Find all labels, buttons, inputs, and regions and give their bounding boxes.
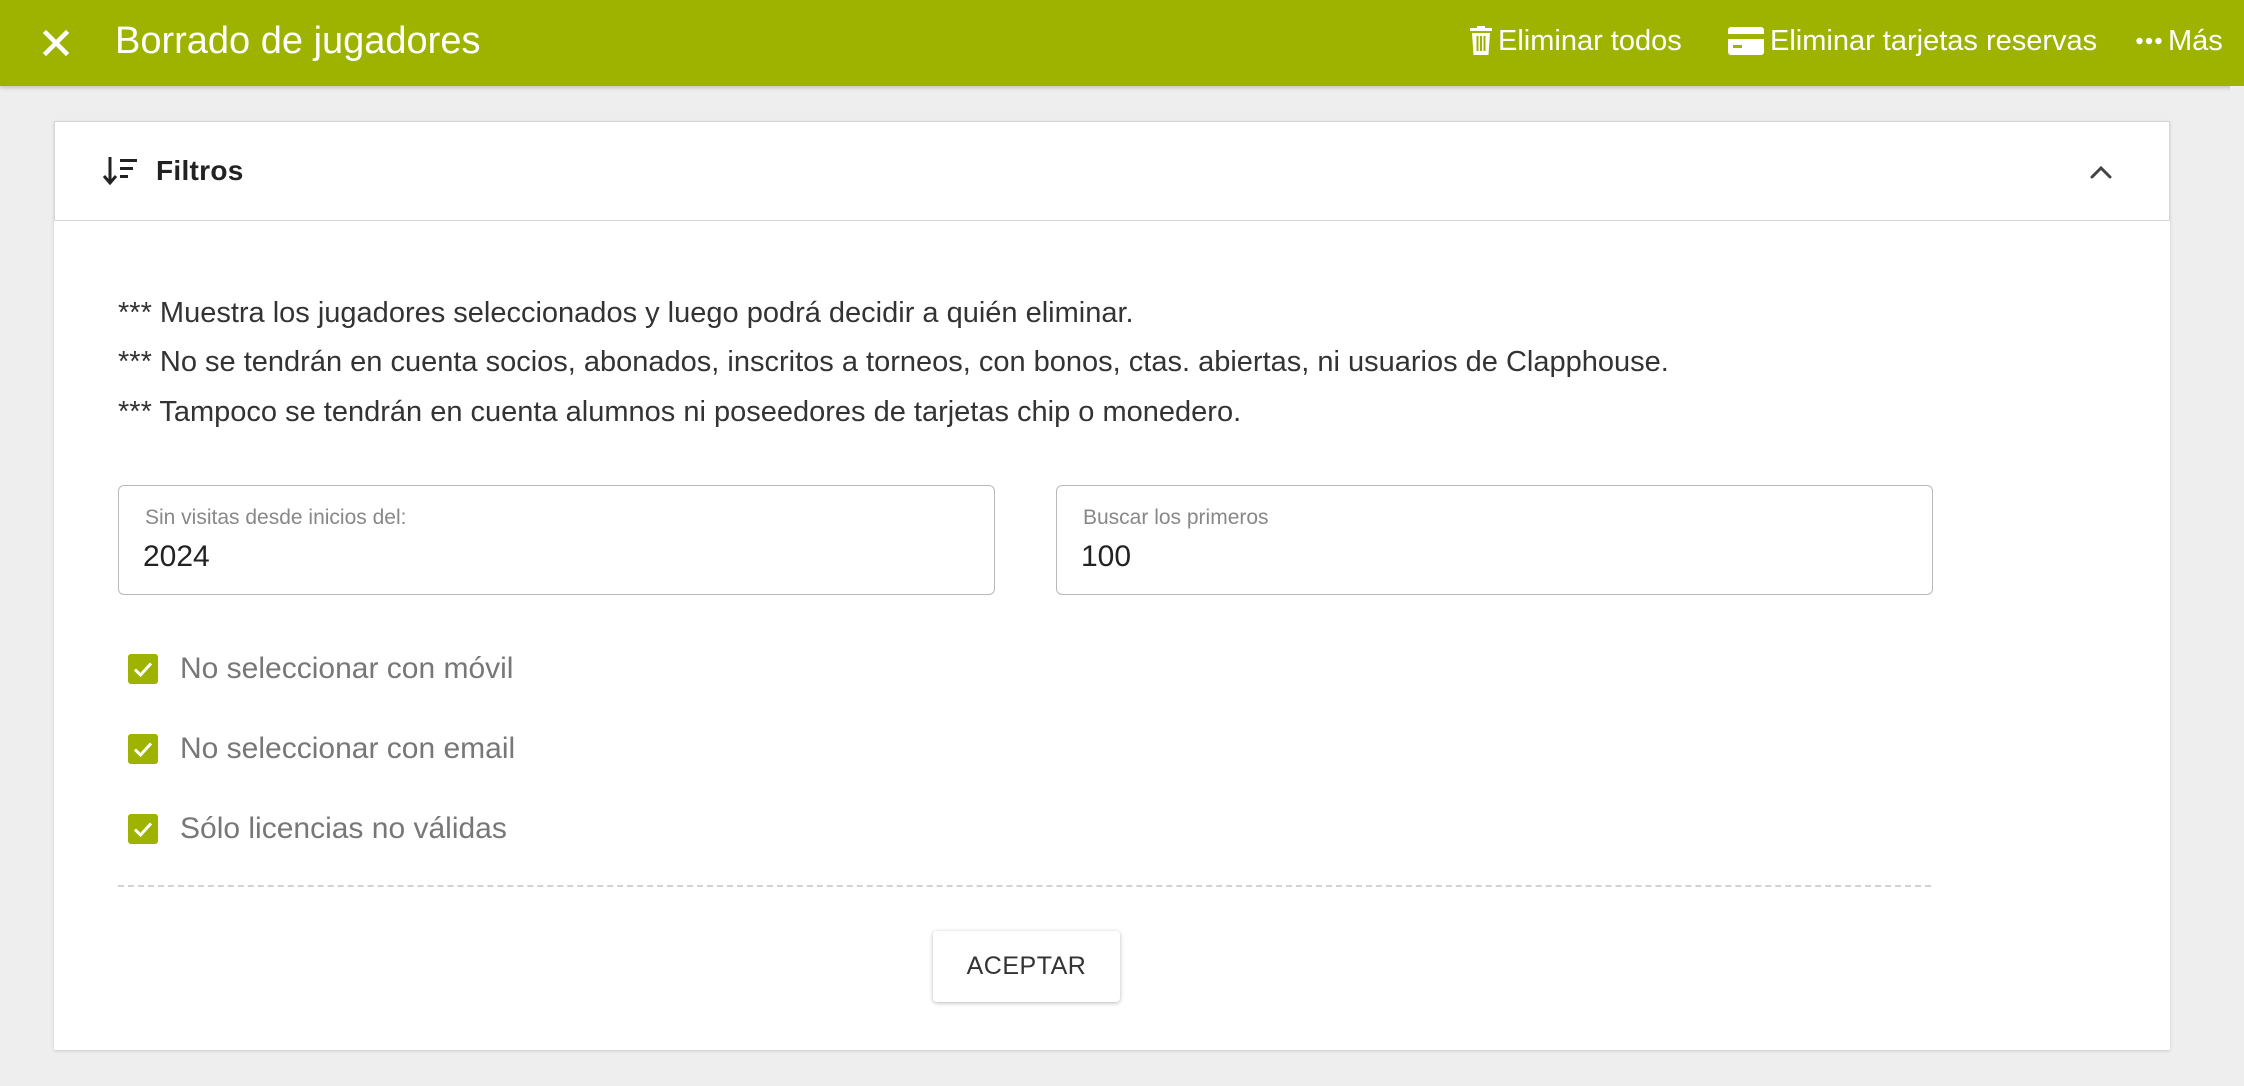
search-first-label: Buscar los primeros — [1083, 506, 1269, 529]
sort-filter-icon — [102, 156, 137, 186]
no-visits-since-label: Sin visitas desde inicios del: — [145, 506, 407, 529]
info-note: *** Muestra los jugadores seleccionados … — [118, 297, 1134, 329]
search-first-field[interactable]: Buscar los primeros — [1056, 485, 1933, 595]
delete-reservation-cards-label: Eliminar tarjetas reservas — [1770, 24, 2098, 57]
invalid-licenses-checkbox[interactable] — [128, 814, 158, 844]
no-mobile-label: No seleccionar con móvil — [180, 652, 514, 685]
filters-header[interactable]: Filtros — [54, 121, 2170, 221]
no-mobile-checkbox[interactable] — [128, 654, 158, 684]
dashed-divider — [118, 885, 1931, 887]
more-label: Más — [2168, 24, 2223, 57]
delete-all-label: Eliminar todos — [1498, 24, 1682, 57]
page-title: Borrado de jugadores — [115, 20, 481, 62]
delete-reservation-cards-button[interactable]: Eliminar tarjetas reservas — [1728, 18, 2097, 64]
checkmark-icon — [133, 822, 153, 838]
trash-icon — [1470, 26, 1492, 55]
no-visits-since-input[interactable] — [143, 536, 963, 578]
filters-card: Filtros *** Muestra los jugadores selecc… — [54, 121, 2170, 1050]
info-note: *** Tampoco se tendrán en cuenta alumnos… — [118, 396, 1242, 428]
close-icon[interactable] — [36, 23, 76, 63]
no-email-checkbox-row[interactable]: No seleccionar con email — [128, 729, 515, 769]
scrollbar[interactable] — [2230, 86, 2244, 1086]
no-email-label: No seleccionar con email — [180, 732, 516, 765]
invalid-licenses-checkbox-row[interactable]: Sólo licencias no válidas — [128, 809, 507, 849]
checkmark-icon — [133, 662, 153, 678]
delete-all-button[interactable]: Eliminar todos — [1470, 18, 1682, 64]
top-app-bar: Borrado de jugadores Eliminar todos Elim… — [0, 0, 2244, 86]
more-icon — [2136, 37, 2162, 45]
accept-button[interactable]: ACEPTAR — [933, 931, 1120, 1002]
search-first-input[interactable] — [1081, 536, 1901, 578]
card-icon — [1728, 27, 1764, 55]
filters-title: Filtros — [156, 155, 244, 186]
info-note: *** No se tendrán en cuenta socios, abon… — [118, 346, 1669, 378]
chevron-up-icon[interactable] — [2085, 158, 2117, 186]
checkmark-icon — [133, 742, 153, 758]
no-email-checkbox[interactable] — [128, 734, 158, 764]
invalid-licenses-label: Sólo licencias no válidas — [180, 812, 507, 845]
more-button[interactable]: Más — [2136, 18, 2223, 64]
no-mobile-checkbox-row[interactable]: No seleccionar con móvil — [128, 649, 513, 689]
no-visits-since-field[interactable]: Sin visitas desde inicios del: — [118, 485, 995, 595]
